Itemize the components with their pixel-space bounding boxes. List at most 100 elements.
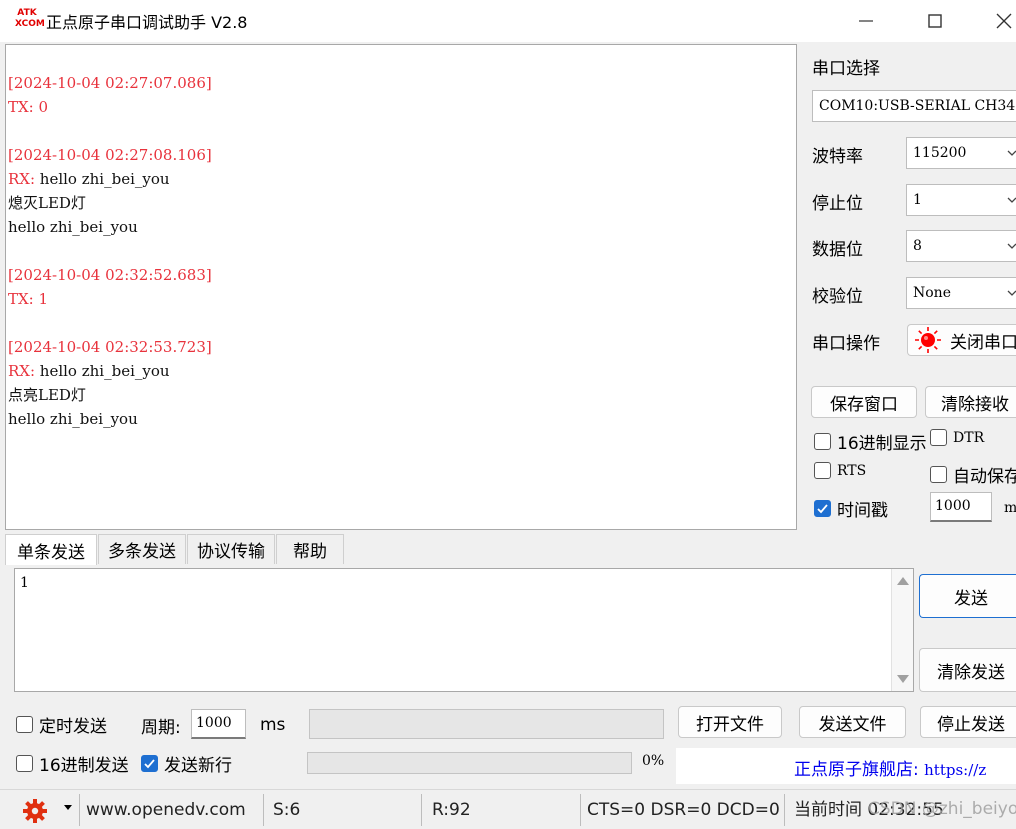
rx-label: RX:: [8, 170, 36, 188]
checkbox-box: [930, 429, 947, 446]
minimize-button[interactable]: [843, 0, 889, 42]
stop-bits-select[interactable]: 1: [906, 184, 1016, 216]
status-divider: [580, 794, 581, 826]
timestamp-checkbox[interactable]: 时间戳: [814, 496, 888, 521]
logo-line-1: ATK: [17, 8, 37, 18]
parity-value: None: [913, 285, 951, 301]
minimize-icon: [859, 20, 873, 22]
send-button[interactable]: 发送: [919, 574, 1016, 618]
log-line: TX: 1: [8, 290, 49, 308]
stop-bits-label: 停止位: [812, 194, 863, 214]
ad-banner[interactable]: 正点原子旗舰店: https://z: [676, 748, 1016, 784]
open-file-button[interactable]: 打开文件: [678, 706, 782, 738]
baud-select[interactable]: 115200: [906, 137, 1016, 169]
send-text-area[interactable]: 1: [14, 568, 914, 692]
period-value: 1000: [196, 715, 232, 731]
log-line: TX: 0: [8, 98, 49, 116]
received-count: R:92: [432, 800, 471, 820]
clear-send-button[interactable]: 清除发送: [919, 648, 1016, 692]
save-window-button[interactable]: 保存窗口: [811, 386, 917, 418]
baud-label: 波特率: [812, 147, 863, 167]
logo-line-2: XCOM: [15, 19, 45, 29]
auto-save-label: 自动保存: [953, 467, 1016, 487]
stop-send-label: 停止发送: [937, 714, 1005, 735]
log-line: RX: hello zhi_bei_you: [8, 361, 170, 381]
auto-save-checkbox[interactable]: 自动保存: [930, 462, 1016, 487]
clear-send-label: 清除发送: [937, 662, 1005, 683]
timestamp-interval-input[interactable]: 1000: [930, 492, 992, 522]
dtr-label: DTR: [953, 429, 985, 446]
close-button[interactable]: [981, 0, 1016, 42]
send-file-button[interactable]: 发送文件: [799, 706, 906, 738]
watermark: CSDN @zhi_beiyou: [868, 799, 1016, 819]
log-line: RX: hello zhi_bei_you: [8, 169, 170, 189]
hex-send-checkbox[interactable]: 16进制发送: [16, 751, 129, 776]
checkbox-box: [141, 755, 158, 772]
log-line: [2024-10-04 02:27:07.086]: [8, 74, 212, 92]
tab-help[interactable]: 帮助: [276, 534, 344, 564]
send-button-label: 发送: [954, 588, 988, 609]
period-input[interactable]: 1000: [191, 709, 246, 739]
period-unit: ms: [260, 715, 286, 735]
timestamp-label: 时间戳: [837, 501, 888, 521]
send-newline-checkbox[interactable]: 发送新行: [141, 751, 232, 776]
settings-dropdown-icon[interactable]: [64, 805, 72, 810]
scroll-up-arrow-icon[interactable]: [897, 577, 909, 585]
send-text: 1: [20, 575, 29, 591]
rts-label: RTS: [837, 462, 867, 479]
chevron-down-icon: [1007, 197, 1016, 203]
tab-protocol[interactable]: 协议传输: [187, 534, 275, 564]
rx-text: hello zhi_bei_you: [35, 362, 170, 380]
app-logo: ATK XCOM: [15, 7, 45, 31]
dtr-checkbox[interactable]: DTR: [930, 429, 984, 446]
log-line: 点亮LED灯: [8, 386, 86, 404]
tab-multi-send[interactable]: 多条发送: [98, 534, 186, 564]
open-file-label: 打开文件: [696, 714, 764, 735]
chevron-down-icon: [1007, 290, 1016, 296]
hex-display-checkbox[interactable]: 16进制显示: [814, 429, 927, 454]
status-divider: [263, 794, 264, 826]
sent-count: S:6: [273, 800, 301, 820]
checkmark-icon: [817, 504, 828, 514]
parity-select[interactable]: None: [906, 277, 1016, 309]
port-select[interactable]: COM10:USB-SERIAL CH34: [812, 90, 1016, 122]
parity-label: 校验位: [812, 287, 863, 307]
gear-icon[interactable]: [22, 798, 48, 824]
timed-send-checkbox[interactable]: 定时发送: [16, 712, 107, 737]
baud-select-value: 115200: [913, 145, 967, 161]
status-bar: www.openedv.com S:6 R:92 CTS=0 DSR=0 DCD…: [0, 789, 1016, 829]
rx-label: RX:: [8, 362, 36, 380]
ad-label: 正点原子旗舰店:: [794, 760, 919, 780]
send-scrollbar[interactable]: [891, 569, 913, 691]
maximize-button[interactable]: [912, 0, 958, 42]
tab-single-send[interactable]: 单条发送: [5, 534, 97, 565]
status-divider: [784, 794, 785, 826]
chevron-down-icon: [1007, 243, 1016, 249]
hex-display-label: 16进制显示: [837, 434, 927, 454]
log-line: [2024-10-04 02:32:52.683]: [8, 266, 212, 284]
log-line: 熄灭LED灯: [8, 194, 86, 212]
close-port-button[interactable]: 关闭串口: [907, 324, 1016, 356]
receive-text-area[interactable]: [2024-10-04 02:27:07.086] TX: 0 [2024-10…: [5, 44, 797, 530]
data-bits-select[interactable]: 8: [906, 230, 1016, 262]
stop-send-button[interactable]: 停止发送: [920, 706, 1016, 738]
scroll-down-arrow-icon[interactable]: [897, 675, 909, 683]
timestamp-unit: ms: [1004, 500, 1016, 516]
send-progress-bar: [307, 752, 632, 774]
send-file-label: 发送文件: [818, 714, 887, 735]
port-select-label: 串口选择: [812, 59, 880, 79]
data-bits-label: 数据位: [812, 240, 863, 260]
port-select-value: COM10:USB-SERIAL CH34: [819, 98, 1016, 114]
stop-bits-value: 1: [913, 192, 922, 208]
log-line: hello zhi_bei_you: [8, 410, 138, 428]
save-window-label: 保存窗口: [830, 394, 898, 415]
status-divider: [421, 794, 422, 826]
log-line: [2024-10-04 02:27:08.106]: [8, 146, 212, 164]
close-icon: [996, 13, 1012, 29]
rts-checkbox[interactable]: RTS: [814, 462, 866, 479]
ad-link[interactable]: 正点原子旗舰店: https://z: [794, 755, 986, 780]
website-link[interactable]: www.openedv.com: [86, 796, 246, 824]
clear-receive-button[interactable]: 清除接收: [925, 386, 1016, 418]
modem-lines-status: CTS=0 DSR=0 DCD=0: [587, 800, 780, 820]
checkbox-box: [814, 500, 831, 517]
